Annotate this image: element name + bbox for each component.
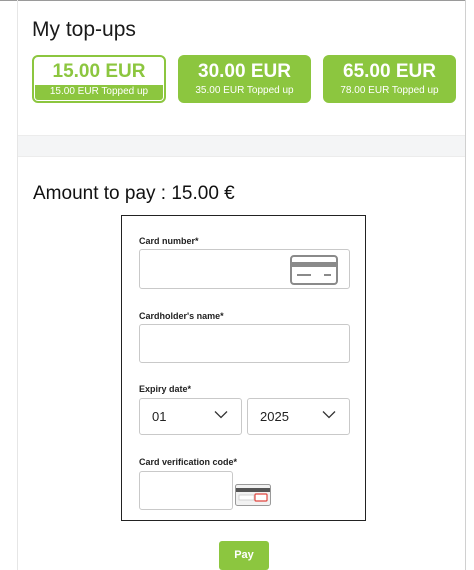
left-border — [17, 0, 18, 570]
expiry-month-value: 01 — [152, 409, 167, 424]
page-title: My top-ups — [32, 18, 136, 41]
cvc-input[interactable] — [139, 471, 233, 510]
cvc-label: Card verification code* — [139, 457, 238, 467]
pay-button[interactable]: Pay — [219, 541, 269, 570]
cardholder-name-label: Cardholder's name* — [139, 311, 224, 321]
chevron-down-icon — [322, 411, 336, 419]
top-border — [0, 0, 466, 1]
card-number-label: Card number* — [139, 236, 199, 246]
topup-option-30[interactable]: 30.00 EUR 35.00 EUR Topped up — [178, 55, 311, 103]
topup-note: 78.00 EUR Topped up — [340, 85, 439, 96]
topup-option-65[interactable]: 65.00 EUR 78.00 EUR Topped up — [323, 55, 456, 103]
topup-note: 15.00 EUR Topped up — [35, 85, 163, 100]
card-number-input[interactable] — [139, 249, 350, 289]
payment-card-form: Card number* Cardholder's name* Expiry d… — [121, 215, 366, 521]
topup-amount: 15.00 EUR — [52, 61, 146, 82]
cardholder-name-input[interactable] — [139, 324, 350, 363]
expiry-year-select[interactable]: 2025 — [247, 398, 350, 435]
topup-note: 35.00 EUR Topped up — [195, 85, 294, 96]
expiry-year-value: 2025 — [260, 409, 289, 424]
chevron-down-icon — [214, 411, 228, 419]
topup-option-15[interactable]: 15.00 EUR 15.00 EUR Topped up — [32, 55, 166, 103]
card-icon — [290, 255, 338, 285]
expiry-month-select[interactable]: 01 — [139, 398, 242, 435]
expiry-date-label: Expiry date* — [139, 384, 192, 394]
section-divider — [18, 135, 465, 157]
topup-amount: 30.00 EUR — [198, 61, 291, 82]
cvc-card-icon — [235, 484, 271, 506]
amount-to-pay: Amount to pay : 15.00 € — [33, 183, 235, 204]
right-border — [465, 0, 466, 570]
topup-amount: 65.00 EUR — [343, 61, 436, 82]
